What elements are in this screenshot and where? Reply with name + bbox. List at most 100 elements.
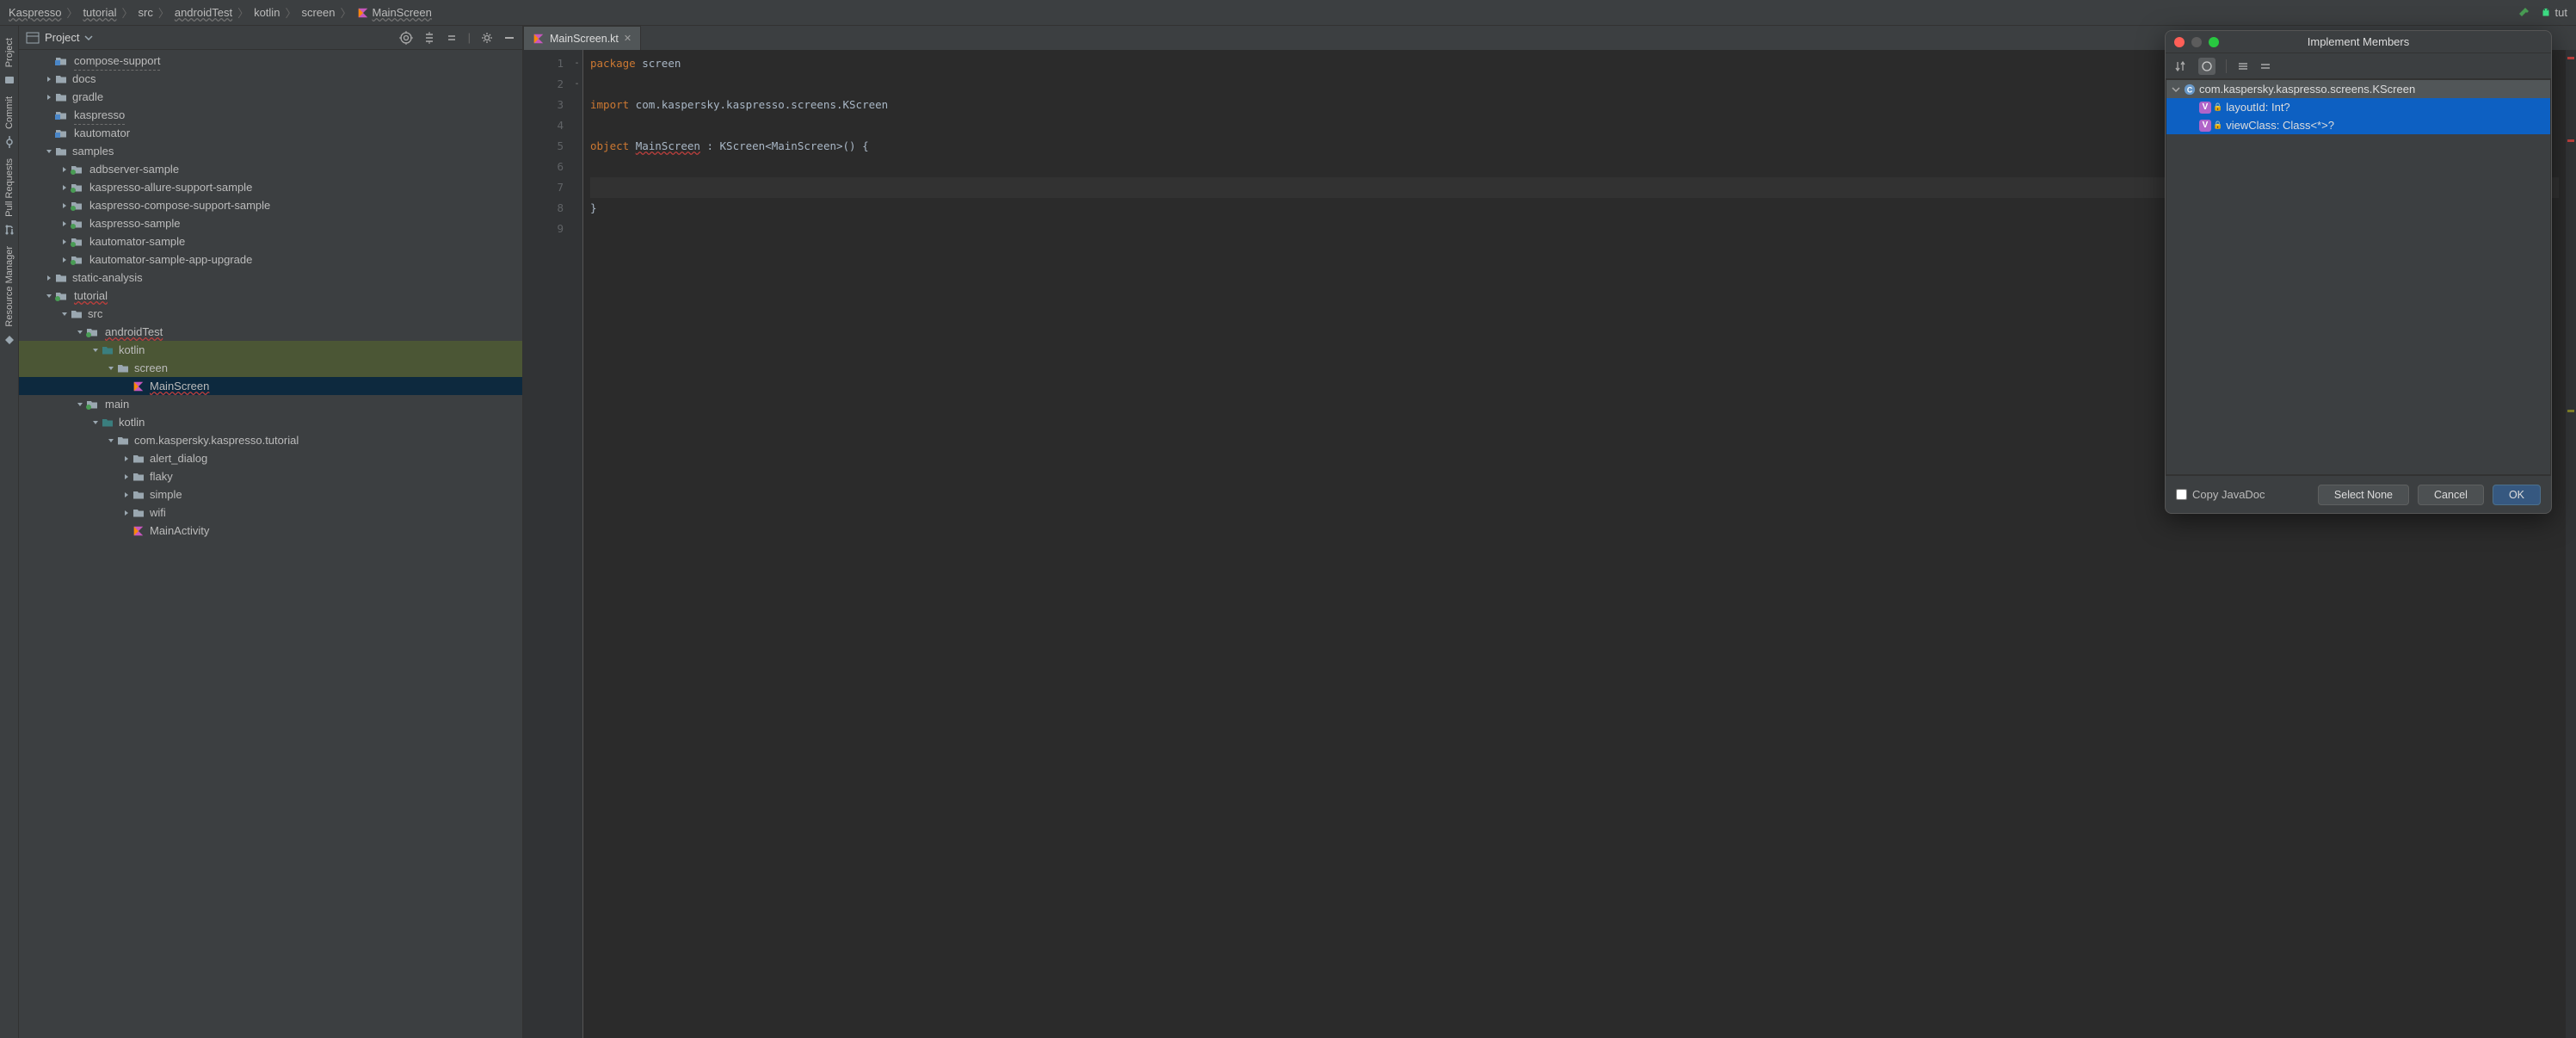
- tree-row[interactable]: kautomator-sample: [19, 232, 522, 250]
- folder-green-icon: [55, 290, 69, 302]
- kotlin-icon: [132, 380, 145, 392]
- breadcrumb-item[interactable]: MainScreen: [357, 6, 432, 19]
- collapse-icon[interactable]: [446, 32, 458, 44]
- hide-icon[interactable]: [503, 32, 515, 44]
- close-icon[interactable]: ✕: [624, 33, 632, 44]
- project-tree[interactable]: compose-supportdocsgradlekaspressokautom…: [19, 50, 522, 1038]
- run-config-label: tut: [2555, 6, 2567, 19]
- tree-label: wifi: [150, 504, 166, 522]
- tree-label: kautomator-sample: [89, 232, 185, 250]
- expand-icon[interactable]: [423, 32, 435, 44]
- select-none-button[interactable]: Select None: [2318, 485, 2409, 505]
- tree-row[interactable]: alert_dialog: [19, 449, 522, 467]
- chevron-down-icon: [2172, 85, 2180, 94]
- line-number-gutter: 123456789: [523, 50, 571, 1038]
- fold-gutter[interactable]: --: [571, 50, 583, 1038]
- tree-row[interactable]: main: [19, 395, 522, 413]
- zoom-window-button[interactable]: [2209, 37, 2219, 47]
- minimize-window-button: [2191, 37, 2202, 47]
- tree-row[interactable]: kaspresso-allure-support-sample: [19, 178, 522, 196]
- resource-manager-tool-button[interactable]: Resource Manager: [4, 246, 15, 327]
- tree-label: kaspresso-sample: [89, 214, 181, 232]
- tree-row[interactable]: src: [19, 305, 522, 323]
- pull-requests-tool-button[interactable]: Pull Requests: [4, 158, 15, 217]
- tree-label: MainActivity: [150, 522, 209, 540]
- tree-label: kotlin: [119, 413, 145, 431]
- implement-members-dialog: Implement Members C com.kaspersky.kaspre…: [2165, 30, 2552, 514]
- tree-row[interactable]: simple: [19, 485, 522, 504]
- tree-label: samples: [72, 142, 114, 160]
- tree-row[interactable]: kotlin: [19, 341, 522, 359]
- folder-icon: [71, 308, 83, 320]
- tree-row[interactable]: compose-support: [19, 52, 522, 70]
- lock-icon: 🔒: [2213, 102, 2222, 112]
- tree-row[interactable]: kaspresso-compose-support-sample: [19, 196, 522, 214]
- tree-label: static-analysis: [72, 269, 143, 287]
- top-bar-right: tut: [2517, 6, 2567, 20]
- breadcrumb-item[interactable]: Kaspresso: [9, 6, 61, 19]
- folder-icon: [117, 362, 129, 374]
- project-view-icon: [26, 31, 40, 45]
- tree-row[interactable]: static-analysis: [19, 269, 522, 287]
- hammer-icon[interactable]: [2517, 6, 2531, 20]
- folder-teal-icon: [102, 417, 114, 429]
- tree-row[interactable]: kaspresso-sample: [19, 214, 522, 232]
- folder-icon: [132, 507, 145, 519]
- commit-tool-button[interactable]: Commit: [4, 96, 15, 129]
- dialog-tree-root[interactable]: C com.kaspersky.kaspresso.screens.KScree…: [2166, 80, 2550, 98]
- kotlin-icon: [132, 525, 145, 537]
- dialog-root-label: com.kaspersky.kaspresso.screens.KScreen: [2199, 83, 2415, 96]
- tree-row[interactable]: docs: [19, 70, 522, 88]
- error-stripe[interactable]: [2566, 50, 2576, 1038]
- tree-row[interactable]: kautomator: [19, 124, 522, 142]
- breadcrumb-item[interactable]: tutorial: [83, 6, 116, 19]
- tree-row[interactable]: flaky: [19, 467, 522, 485]
- gear-icon[interactable]: [481, 32, 493, 44]
- tree-row[interactable]: adbserver-sample: [19, 160, 522, 178]
- show-inherited-icon[interactable]: [2201, 60, 2213, 72]
- target-icon[interactable]: [399, 31, 413, 45]
- dialog-member-item[interactable]: V 🔒 layoutId: Int?: [2166, 98, 2550, 116]
- tree-row[interactable]: kotlin: [19, 413, 522, 431]
- expand-all-icon[interactable]: [2237, 60, 2249, 72]
- dialog-member-item[interactable]: V 🔒 viewClass: Class<*>?: [2166, 116, 2550, 134]
- cancel-button[interactable]: Cancel: [2418, 485, 2484, 505]
- tree-row[interactable]: androidTest: [19, 323, 522, 341]
- tree-row[interactable]: com.kaspersky.kaspresso.tutorial: [19, 431, 522, 449]
- breadcrumb-item[interactable]: androidTest: [175, 6, 232, 19]
- collapse-all-icon[interactable]: [2259, 60, 2271, 72]
- breadcrumb-item[interactable]: kotlin: [254, 6, 280, 19]
- tree-row[interactable]: MainActivity: [19, 522, 522, 540]
- dialog-member-tree[interactable]: C com.kaspersky.kaspresso.screens.KScree…: [2166, 79, 2551, 475]
- top-breadcrumb-bar: Kaspresso 〉 tutorial 〉 src 〉 androidTest 〉 kotli…: [0, 0, 2576, 26]
- tree-row[interactable]: MainScreen: [19, 377, 522, 395]
- tree-row[interactable]: wifi: [19, 504, 522, 522]
- breadcrumb-item[interactable]: src: [138, 6, 152, 19]
- copy-javadoc-checkbox[interactable]: Copy JavaDoc: [2176, 488, 2265, 501]
- breadcrumb-separator: 〉: [121, 4, 132, 21]
- tree-row[interactable]: tutorial: [19, 287, 522, 305]
- tree-row[interactable]: kautomator-sample-app-upgrade: [19, 250, 522, 269]
- chevron-down-icon[interactable]: [84, 34, 93, 42]
- member-label: viewClass: Class<*>?: [2226, 119, 2334, 132]
- breadcrumb-separator: 〉: [285, 4, 296, 21]
- close-window-button[interactable]: [2174, 37, 2185, 47]
- breadcrumb-separator: 〉: [158, 4, 169, 21]
- folder-green-icon: [71, 200, 84, 212]
- ok-button[interactable]: OK: [2493, 485, 2541, 505]
- run-config[interactable]: tut: [2540, 6, 2567, 19]
- tree-row[interactable]: kaspresso: [19, 106, 522, 124]
- tree-label: tutorial: [74, 287, 108, 305]
- breadcrumb-item[interactable]: screen: [301, 6, 335, 19]
- breadcrumb-separator: 〉: [237, 4, 249, 21]
- copy-javadoc-input[interactable]: [2176, 489, 2187, 500]
- pr-strip-icon: [3, 224, 15, 236]
- project-tool-button[interactable]: Project: [4, 38, 15, 67]
- sort-icon[interactable]: [2174, 59, 2188, 73]
- project-header: Project |: [19, 26, 522, 50]
- tree-row[interactable]: screen: [19, 359, 522, 377]
- val-badge-icon: V: [2199, 102, 2211, 114]
- tree-row[interactable]: samples: [19, 142, 522, 160]
- tree-row[interactable]: gradle: [19, 88, 522, 106]
- editor-tab-active[interactable]: MainScreen.kt ✕: [523, 26, 641, 50]
